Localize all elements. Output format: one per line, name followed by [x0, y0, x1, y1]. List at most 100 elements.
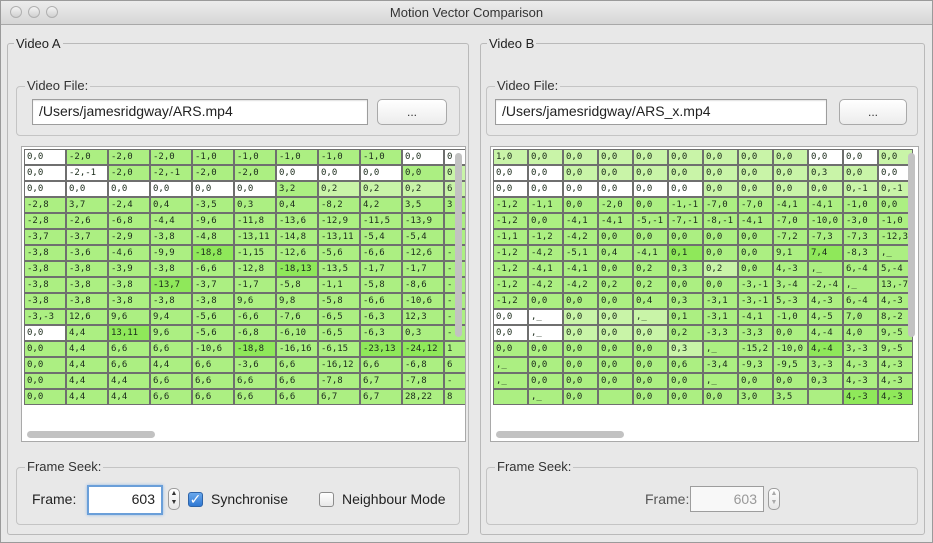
vector-cell: 9,6: [108, 309, 150, 325]
stepper-up-icon[interactable]: ▲: [169, 489, 179, 498]
stepper-down-icon[interactable]: ▼: [169, 498, 179, 507]
vector-cell: 7,0: [843, 309, 878, 325]
vector-cell: 0,0: [738, 181, 773, 197]
video-b-panel: Video B Video File: /Users/jamesridgway/…: [480, 36, 925, 535]
video-b-frame-stepper: ▲ ▼: [768, 488, 780, 510]
vector-cell: -4,1: [563, 261, 598, 277]
vector-cell: 0,0: [808, 181, 843, 197]
vector-cell: -2,8: [24, 197, 66, 213]
video-b-horizontal-scrollbar[interactable]: [496, 431, 624, 438]
vector-cell: 0,0: [633, 197, 668, 213]
vector-cell: [493, 389, 528, 405]
vector-cell: -7,6: [276, 309, 318, 325]
vector-cell: -1,0: [360, 149, 402, 165]
vector-cell: -3,0: [843, 213, 878, 229]
synchronise-label[interactable]: Synchronise: [211, 491, 288, 507]
vector-cell: 3,-3: [843, 341, 878, 357]
vector-cell: -3,1: [703, 293, 738, 309]
vector-cell: -5,6: [192, 325, 234, 341]
vector-cell: 3,5: [773, 389, 808, 405]
vector-cell: 0,0: [24, 181, 66, 197]
vector-cell: -1,2: [493, 293, 528, 309]
vector-cell: -1,0: [318, 149, 360, 165]
vector-cell: 3,7: [66, 197, 108, 213]
vector-cell: 0,0: [528, 341, 563, 357]
vector-cell: 6,6: [150, 373, 192, 389]
vector-cell: -1,7: [234, 277, 276, 293]
vector-cell: 3,5: [402, 197, 444, 213]
vector-cell: -1,-1: [668, 197, 703, 213]
vector-cell: 9,8: [276, 293, 318, 309]
vector-cell: 0,0: [24, 389, 66, 405]
vector-cell: -2,0: [66, 149, 108, 165]
vector-cell: -3,8: [150, 293, 192, 309]
video-b-vertical-scrollbar[interactable]: [908, 153, 915, 337]
video-b-vector-grid[interactable]: 1,0 0,0 0,0 0,0 0,0 0,0 0,0 0,0 0,0 0,0 0,0 0,0 0,0 0…: [490, 146, 919, 442]
video-a-frame-label: Frame:: [32, 491, 77, 507]
vector-cell: 0,0: [598, 165, 633, 181]
vector-cell: 6,7: [360, 373, 402, 389]
checkmark-icon: ✓: [189, 491, 202, 507]
vector-cell: 0,0: [773, 181, 808, 197]
vector-cell: 6,-4: [843, 261, 878, 277]
neighbour-mode-checkbox[interactable]: [319, 492, 334, 507]
vector-cell: -7,3: [808, 229, 843, 245]
vector-cell: 0,0: [738, 261, 773, 277]
vector-cell: -6,8: [234, 325, 276, 341]
vector-cell: 6,7: [360, 389, 402, 405]
vector-cell: ,_: [808, 261, 843, 277]
vector-cell: 0,-1: [843, 181, 878, 197]
vector-cell: 0,0: [808, 149, 843, 165]
vector-cell: 0,1: [668, 245, 703, 261]
video-b-path-input[interactable]: /Users/jamesridgway/ARS_x.mp4: [495, 99, 827, 125]
vector-cell: -4,1: [563, 213, 598, 229]
video-b-browse-button[interactable]: ...: [839, 99, 907, 125]
vector-cell: -3,8: [24, 277, 66, 293]
vector-cell: 0,0: [598, 261, 633, 277]
vector-cell: 7,4: [808, 245, 843, 261]
video-a-vector-grid[interactable]: 0,0 -2,0 -2,0 -2,0 -1,0 -1,0 -1,0 -1,0 -1,0 0,0 0 0…: [21, 146, 466, 442]
vector-cell: -3,9: [108, 261, 150, 277]
vector-cell: -2,4: [108, 197, 150, 213]
video-a-vertical-scrollbar[interactable]: [455, 153, 462, 337]
vector-cell: 4,4: [66, 341, 108, 357]
vector-cell: -3,8: [66, 293, 108, 309]
vector-cell: 0,0: [598, 341, 633, 357]
vector-cell: 6: [444, 357, 465, 373]
vector-cell: 0,0: [668, 149, 703, 165]
vector-cell: 0,2: [318, 181, 360, 197]
video-a-path-input[interactable]: /Users/jamesridgway/ARS.mp4: [32, 99, 368, 125]
vector-cell: 0,0: [563, 181, 598, 197]
vector-cell: -18,8: [234, 341, 276, 357]
vector-cell: -14,8: [276, 229, 318, 245]
video-a-horizontal-scrollbar[interactable]: [27, 431, 155, 438]
vector-cell: -7,3: [843, 229, 878, 245]
vector-cell: 13,11: [108, 325, 150, 341]
video-a-frame-input[interactable]: 603: [87, 485, 163, 515]
vector-cell: -3,8: [150, 261, 192, 277]
vector-cell: -12,6: [402, 245, 444, 261]
vector-cell: 0,0: [598, 357, 633, 373]
vector-cell: 0,0: [528, 213, 563, 229]
vector-cell: -13,11: [318, 229, 360, 245]
vector-cell: -4,1: [738, 309, 773, 325]
video-b-frame-label: Frame:: [645, 491, 690, 507]
neighbour-mode-label[interactable]: Neighbour Mode: [342, 491, 446, 507]
vector-cell: 0,0: [843, 149, 878, 165]
synchronise-checkbox[interactable]: ✓: [188, 492, 203, 507]
vector-cell: 4,-3: [878, 373, 913, 389]
video-a-frame-stepper[interactable]: ▲ ▼: [168, 488, 180, 510]
vector-cell: -8,-1: [703, 213, 738, 229]
vector-cell: 3,-4: [773, 277, 808, 293]
vector-cell: 0,4: [276, 197, 318, 213]
vector-cell: 4,4: [108, 373, 150, 389]
vector-cell: -3,7: [66, 229, 108, 245]
vector-cell: 0,0: [668, 373, 703, 389]
video-a-title: Video A: [14, 36, 63, 51]
video-a-browse-button[interactable]: ...: [377, 99, 447, 125]
vector-cell: -3,8: [66, 277, 108, 293]
vector-cell: 3,2: [276, 181, 318, 197]
vector-cell: 0,0: [598, 149, 633, 165]
vector-cell: 0,0: [66, 181, 108, 197]
vector-cell: -4,1: [738, 213, 773, 229]
